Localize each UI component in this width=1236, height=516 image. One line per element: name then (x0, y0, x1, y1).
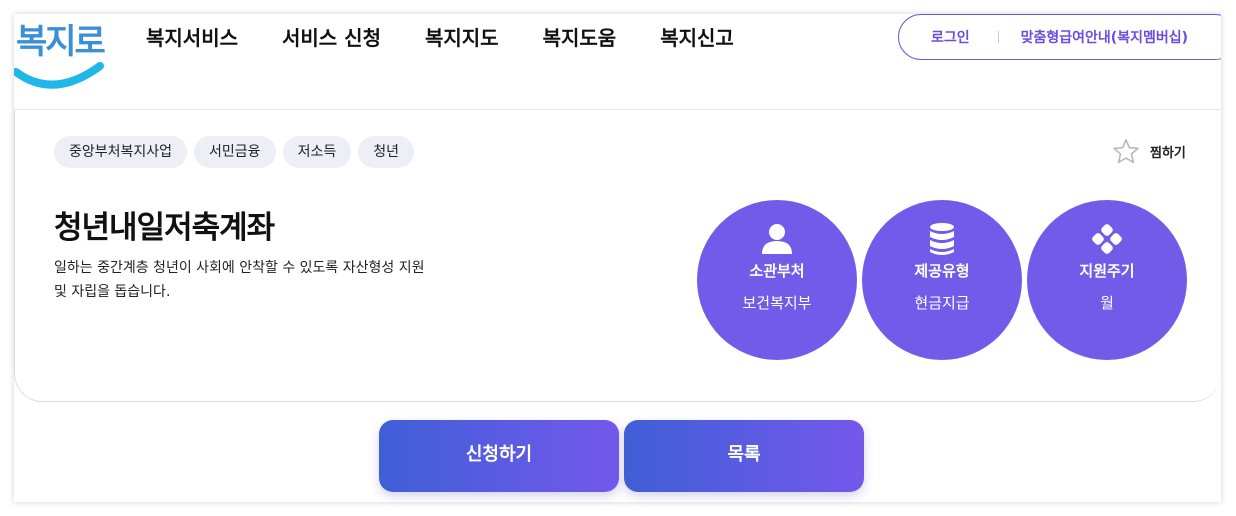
person-icon (762, 224, 792, 254)
nav-item-welfare-services[interactable]: 복지서비스 (146, 22, 238, 51)
info-circle-department: 소관부처 보건복지부 (697, 200, 857, 360)
database-icon (930, 223, 954, 255)
favorite-label: 찜하기 (1150, 146, 1186, 161)
service-info-circles: 소관부처 보건복지부 제공유형 현금지급 지원주기 월 (697, 200, 1192, 360)
info-label: 제공유형 (914, 262, 970, 280)
main-nav: 복지서비스 서비스 신청 복지지도 복지도움 복지신고 (146, 22, 778, 51)
nav-item-service-application[interactable]: 서비스 신청 (282, 22, 381, 51)
utility-divider (997, 31, 999, 43)
tag-item: 저소득 (282, 136, 352, 168)
site-header: 복지로 복지서비스 서비스 신청 복지지도 복지도움 복지신고 로그인 맞춤형급… (14, 14, 1221, 110)
logo-swoosh-icon (14, 62, 104, 89)
apply-button[interactable]: 신청하기 (379, 420, 619, 492)
service-card: 중앙부처복지사업 서민금융 저소득 청년 찜하기 청년내일저축계좌 일하는 중간… (14, 110, 1221, 402)
favorite-button[interactable]: 찜하기 (1112, 138, 1186, 165)
site-logo[interactable]: 복지로 (14, 14, 106, 90)
nav-item-welfare-map[interactable]: 복지지도 (425, 22, 499, 51)
tag-item: 서민금융 (194, 136, 276, 168)
service-description: 일하는 중간계층 청년이 사회에 안착할 수 있도록 자산형성 지원 및 자립을… (54, 260, 425, 300)
info-value: 현금지급 (914, 294, 970, 312)
info-value: 월 (1100, 294, 1114, 312)
star-icon (1113, 139, 1139, 164)
service-title: 청년내일저축계좌 (54, 210, 275, 246)
tag-item: 중앙부처복지사업 (54, 136, 188, 168)
utility-menu: 로그인 맞춤형급여안내(복지멤버십) (898, 14, 1221, 60)
membership-link[interactable]: 맞춤형급여안내(복지멤버십) (1021, 27, 1188, 47)
info-value: 보건복지부 (742, 294, 812, 312)
info-label: 지원주기 (1079, 262, 1135, 280)
tag-item: 청년 (358, 136, 414, 168)
list-button[interactable]: 목록 (624, 420, 864, 492)
tag-list: 중앙부처복지사업 서민금융 저소득 청년 (54, 136, 421, 168)
login-link[interactable]: 로그인 (931, 27, 970, 47)
dots-icon (1092, 224, 1122, 254)
info-label: 소관부처 (749, 262, 805, 280)
nav-item-welfare-report[interactable]: 복지신고 (660, 22, 734, 51)
nav-item-welfare-help[interactable]: 복지도움 (543, 22, 617, 51)
info-circle-support-cycle: 지원주기 월 (1027, 200, 1187, 360)
info-circle-provision-type: 제공유형 현금지급 (862, 200, 1022, 360)
